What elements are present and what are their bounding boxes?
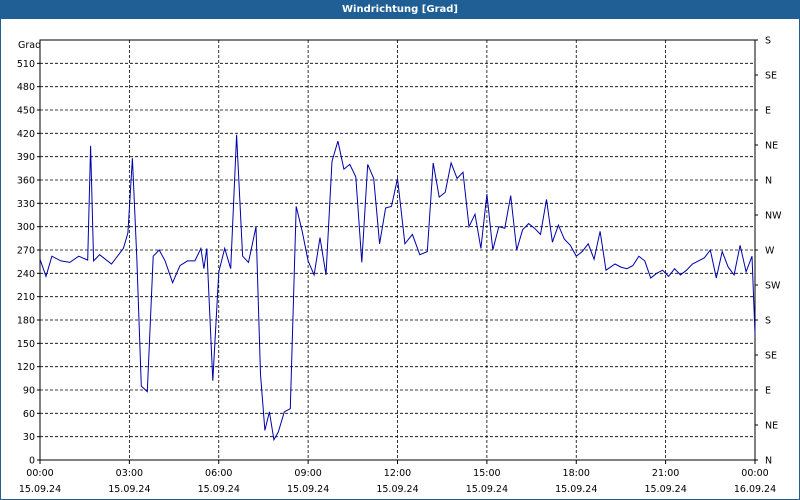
y-tick-label: 360 (17, 176, 35, 187)
wind-direction-chart: Grad 0 30 60 90 120 150 180 210 240 270 300 330 360 3… (17, 36, 782, 496)
x-tick-date-label: 15.09.24 (466, 484, 508, 495)
y2-tick-label: E (765, 106, 771, 117)
y-tick-label: 210 (17, 292, 35, 303)
y2-tick-label: S (765, 36, 771, 47)
chart-window: Windrichtung [Grad] Grad 0 30 60 90 120 150 18… (0, 0, 800, 500)
x-tick-date-label: 15.09.24 (644, 484, 686, 495)
x-tick-time-label: 09:00 (294, 468, 321, 479)
y-tick-label: 240 (17, 269, 35, 280)
y2-tick-label: NE (765, 141, 778, 152)
y-tick-label: 330 (17, 199, 35, 210)
y2-tick-label: SW (765, 281, 781, 292)
y2-tick-label: S (765, 316, 771, 327)
y2-axis: N NE E SE S SW W NW N NE E SE S (755, 36, 782, 467)
x-tick-date-label: 15.09.24 (19, 484, 61, 495)
y-tick-label: 300 (17, 222, 35, 233)
x-tick-time-label: 00:00 (26, 468, 53, 479)
y-tick-label: 90 (23, 386, 35, 397)
x-tick-time-label: 12:00 (384, 468, 411, 479)
y2-tick-label: SE (765, 351, 777, 362)
y-tick-label: 30 (23, 432, 35, 443)
x-tick-date-label: 15.09.24 (198, 484, 240, 495)
x-tick-date-label: 15.09.24 (108, 484, 150, 495)
x-tick-time-label: 03:00 (116, 468, 143, 479)
x-tick-time-label: 18:00 (563, 468, 590, 479)
grid-lines (40, 40, 755, 460)
x-tick-time-label: 00:00 (741, 468, 768, 479)
y2-tick-label: E (765, 386, 771, 397)
y2-tick-label: SE (765, 71, 777, 82)
x-tick-date-label: 15.09.24 (287, 484, 329, 495)
y-tick-label: 270 (17, 246, 35, 257)
y-tick-label: 390 (17, 152, 35, 163)
y-tick-label: 480 (17, 82, 35, 93)
x-axis: 00:00 15.09.24 03:00 15.09.24 06:00 15.09.24 0… (19, 460, 776, 495)
y2-tick-label: W (765, 246, 775, 257)
y-axis: 0 30 60 90 120 150 180 210 240 270 300 330 360 390 420… (17, 59, 40, 467)
y-axis-label: Grad (18, 40, 41, 51)
y-tick-label: 450 (17, 106, 35, 117)
y2-tick-label: NE (765, 421, 778, 432)
x-tick-date-label: 16.09.24 (734, 484, 776, 495)
x-tick-time-label: 21:00 (652, 468, 679, 479)
y-tick-label: 150 (17, 339, 35, 350)
x-tick-time-label: 06:00 (205, 468, 232, 479)
x-tick-date-label: 15.09.24 (555, 484, 597, 495)
y-tick-label: 510 (17, 59, 35, 70)
x-tick-date-label: 15.09.24 (376, 484, 418, 495)
x-tick-time-label: 15:00 (473, 468, 500, 479)
y-tick-label: 0 (29, 456, 35, 467)
y-tick-label: 420 (17, 129, 35, 140)
y-tick-label: 60 (23, 409, 35, 420)
y-tick-label: 180 (17, 316, 35, 327)
y-tick-label: 120 (17, 362, 35, 373)
y2-tick-label: NW (765, 211, 782, 222)
y2-tick-label: N (765, 176, 772, 187)
y2-tick-label: N (765, 456, 772, 467)
